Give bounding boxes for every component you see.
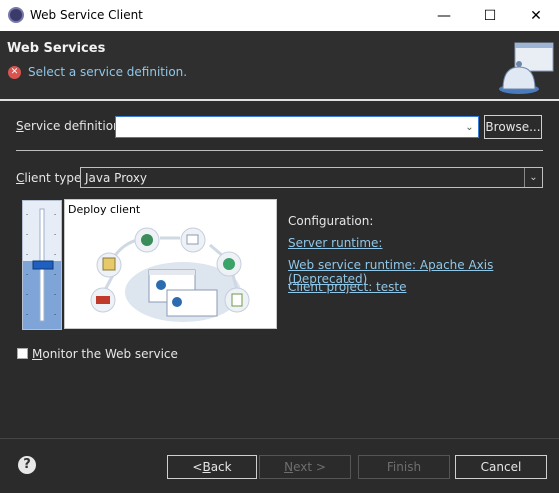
header-message: Select a service definition. — [28, 65, 188, 79]
svg-text:-: - — [54, 251, 56, 258]
back-button[interactable]: < Back — [167, 455, 257, 479]
client-type-label: Client type: — [16, 171, 86, 185]
maximize-button[interactable]: ☐ — [467, 0, 513, 31]
error-icon: ✕ — [8, 66, 21, 79]
client-type-value: Java Proxy — [85, 170, 148, 185]
window-title: Web Service Client — [30, 8, 143, 22]
deploy-illustration: Deploy client — [64, 199, 277, 329]
web-service-banner-icon — [499, 42, 554, 94]
client-type-select[interactable]: Java Proxy ⌄ — [80, 167, 543, 188]
cancel-button[interactable]: Cancel — [455, 455, 547, 479]
svg-text:-: - — [26, 231, 28, 238]
monitor-checkbox[interactable] — [17, 348, 28, 359]
client-project-link[interactable]: Client project: teste — [288, 280, 407, 294]
wizard-header: Web Services ✕ Select a service definiti… — [0, 31, 559, 99]
close-button[interactable]: ✕ — [513, 0, 559, 31]
chevron-down-icon[interactable]: ⌄ — [524, 168, 542, 187]
footer-separator — [0, 438, 559, 439]
service-definition-label: Service definition: — [16, 119, 125, 133]
divider — [16, 150, 543, 151]
svg-text:-: - — [54, 311, 56, 318]
svg-text:-: - — [54, 291, 56, 298]
next-button[interactable]: Next > — [259, 455, 351, 479]
svg-text:-: - — [26, 311, 28, 318]
deploy-level-slider[interactable]: - - - - - - - - - - - - — [22, 200, 62, 330]
chevron-down-icon[interactable]: ⌄ — [461, 117, 478, 137]
svg-text:-: - — [54, 211, 56, 218]
configuration-title: Configuration: — [288, 214, 374, 228]
header-separator — [0, 99, 559, 101]
slider-track: - - - - - - - - - - - - — [23, 201, 61, 329]
monitor-label: Monitor the Web service — [32, 347, 178, 361]
finish-button[interactable]: Finish — [358, 455, 450, 479]
svg-text:-: - — [54, 271, 56, 278]
service-definition-input[interactable]: ⌄ — [115, 116, 479, 138]
svg-text:-: - — [26, 251, 28, 258]
svg-text:-: - — [26, 271, 28, 278]
svg-text:-: - — [26, 291, 28, 298]
svg-text:-: - — [54, 231, 56, 238]
eclipse-icon — [8, 7, 24, 23]
svg-text:-: - — [26, 211, 28, 218]
slider-thumb[interactable] — [32, 260, 54, 270]
help-icon[interactable]: ? — [18, 456, 36, 474]
browse-button[interactable]: Browse... — [484, 115, 542, 139]
deploy-diagram — [90, 227, 250, 322]
page-title: Web Services — [7, 41, 106, 56]
title-bar: Web Service Client — ☐ ✕ — [0, 0, 559, 31]
minimize-button[interactable]: — — [421, 0, 467, 31]
server-runtime-link[interactable]: Server runtime: — [288, 236, 382, 250]
